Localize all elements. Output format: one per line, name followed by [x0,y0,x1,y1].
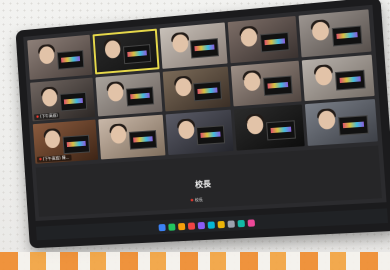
taskbar-app-icon[interactable] [168,223,175,230]
participant-tile[interactable] [299,9,372,57]
taskbar-app-icon[interactable] [217,220,224,227]
drawing-board [190,38,219,58]
drawing-board [338,115,369,136]
drawing-board [193,81,222,101]
participant-tile[interactable] [234,105,305,151]
drawing-board [60,92,87,112]
participant-tile[interactable]: ✱(下午高班) 陳... [33,120,98,164]
taskbar-app-icon[interactable] [158,223,165,230]
participant-tile[interactable] [159,22,228,68]
taskbar-app-icon[interactable] [197,221,204,228]
taskbar-app-icon[interactable] [187,222,194,229]
participant-name-label: ✱(下午高班) [34,113,60,121]
participant-tile[interactable] [162,66,231,112]
drawing-board [126,87,154,107]
drawing-board [263,76,293,96]
participant-face [44,130,60,148]
participant-name-text: (下午高班) 陳... [43,155,70,162]
taskbar-app-icon[interactable] [247,219,255,226]
participant-grid: ✱(下午高班) ✱(下午高班) 陳... [27,9,378,163]
taskbar-app-icon[interactable] [227,220,234,227]
participant-tile[interactable] [27,35,92,80]
participant-face [174,77,191,96]
mic-muted-icon: ✱ [190,197,194,202]
video-call-window: ✱(下午高班) ✱(下午高班) 陳... 校長 ✱ 校長 [23,5,386,221]
participant-tile[interactable] [165,110,234,155]
participant-tile[interactable] [95,72,162,117]
participant-face [110,126,127,145]
laptop-screen-photo: ✱(下午高班) ✱(下午高班) 陳... 校長 ✱ 校長 [15,0,390,248]
participant-face [39,46,55,65]
drawing-board [335,70,366,91]
participant-face [107,83,123,102]
participant-tile[interactable] [228,16,299,63]
drawing-board [62,135,89,154]
main-speaker-name: 校長 [195,178,212,190]
participant-face [104,40,120,59]
participant-face [172,34,189,53]
participant-tile[interactable] [231,60,302,106]
drawing-board [123,44,151,64]
main-speaker-tag-label: 校長 [195,197,203,202]
participant-tile[interactable] [98,115,165,159]
drawing-board [266,120,296,140]
drawing-board [128,130,156,150]
participant-face [318,111,336,131]
participant-name-label: ✱(下午高班) 陳... [37,155,71,163]
decorative-strip [0,252,390,270]
taskbar-app-icon[interactable] [237,219,245,226]
taskbar-app-icon[interactable] [207,221,214,228]
drawing-board [260,32,290,53]
taskbar-app-icon[interactable] [177,222,184,229]
drawing-board [196,125,225,145]
participant-tile[interactable] [302,54,375,101]
participant-name-text: (下午高班) [40,113,58,119]
main-speaker-tag: ✱ 校長 [190,197,203,204]
drawing-board [332,25,363,46]
participant-face [177,121,194,140]
drawing-board [57,50,84,70]
participant-tile[interactable]: ✱(下午高班) [30,77,95,121]
participant-tile[interactable] [305,99,378,146]
participant-tile[interactable] [92,29,159,74]
